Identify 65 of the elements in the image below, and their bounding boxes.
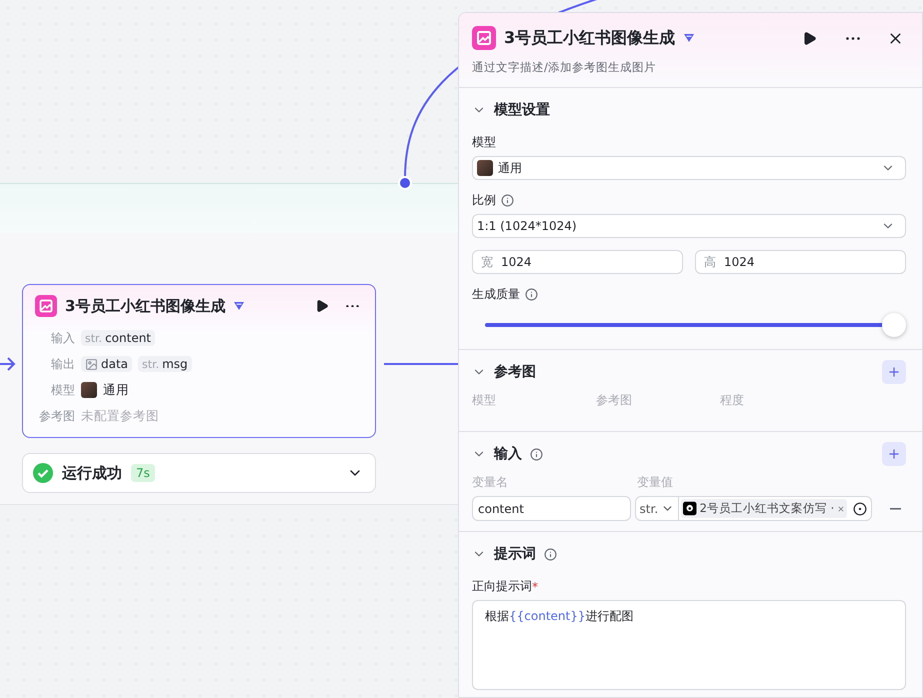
column-header: 变量名 xyxy=(472,474,509,491)
image-icon xyxy=(85,358,98,370)
plus-icon xyxy=(887,447,901,461)
height-field[interactable]: 高 1024 xyxy=(695,250,906,274)
variable-tag: data xyxy=(81,356,132,372)
column-header: 程度 xyxy=(720,392,745,409)
column-header: 变量值 xyxy=(637,474,674,491)
plus-icon xyxy=(887,365,901,379)
field-label: 模型 xyxy=(472,134,496,151)
info-icon xyxy=(501,194,514,207)
panel-title: 3号员工小红书图像生成 xyxy=(504,28,676,48)
play-icon xyxy=(315,299,329,313)
row-label: 参考图 xyxy=(38,408,75,424)
row-label: 输入 xyxy=(50,330,75,346)
diamond-icon xyxy=(683,33,696,43)
column-header: 参考图 xyxy=(596,392,633,409)
diamond-icon xyxy=(233,301,246,311)
variable-tag: str. content xyxy=(81,330,156,346)
type-select[interactable]: str. xyxy=(636,497,680,520)
image-node-icon xyxy=(472,26,496,50)
section-title: 输入 xyxy=(494,445,522,463)
variable-name-field[interactable]: content xyxy=(472,496,631,521)
photo-placeholder xyxy=(81,382,97,398)
model-select[interactable]: 通用 xyxy=(472,156,906,180)
field-label: 正向提示词 xyxy=(472,578,532,595)
info-icon xyxy=(525,288,538,301)
model-name: 通用 xyxy=(103,382,129,398)
info-icon xyxy=(544,548,557,560)
add-button[interactable] xyxy=(882,360,906,384)
port-dot[interactable] xyxy=(398,176,412,190)
slider-thumb[interactable] xyxy=(882,313,906,337)
width-field[interactable]: 宽 1024 xyxy=(472,250,683,274)
prompt-input[interactable]: 根据{{content}}进行配图 xyxy=(472,600,906,690)
connector-arrow xyxy=(0,357,16,371)
add-button[interactable] xyxy=(882,442,906,466)
workflow-node[interactable]: 3号员工小红书图像生成 输入 str. content 输出 data str. msg 模型 通用 参考图 未配置参考图 xyxy=(22,284,376,438)
required-mark: * xyxy=(532,580,538,594)
info-icon xyxy=(530,448,543,460)
minus-icon xyxy=(890,508,901,510)
field-label: 生成质量 xyxy=(472,286,520,303)
section-title: 模型设置 xyxy=(494,101,550,119)
variable-value-field[interactable]: str. 2号员工小红书文案仿写 · xyxy=(634,496,872,521)
field-label: 比例 xyxy=(472,192,496,209)
node-title: 3号员工小红书图像生成 xyxy=(65,296,226,316)
section-title: 提示词 xyxy=(494,545,536,563)
reference-tag[interactable]: 2号员工小红书文案仿写 · xyxy=(681,499,848,518)
duration-tag: 7s xyxy=(131,464,155,482)
more-icon xyxy=(846,36,860,40)
photo-placeholder xyxy=(477,160,493,176)
target-icon[interactable] xyxy=(853,502,868,516)
row-label: 输出 xyxy=(50,356,75,372)
row-label: 模型 xyxy=(50,382,75,398)
more-icon xyxy=(346,304,358,308)
variable-tag: str. msg xyxy=(138,356,192,372)
play-icon xyxy=(802,30,816,46)
run-status-bar[interactable]: 运行成功 7s xyxy=(22,453,376,493)
column-header: 模型 xyxy=(472,392,497,409)
status-text: 运行成功 xyxy=(62,464,122,482)
bot-avatar-icon xyxy=(683,500,697,517)
ratio-select[interactable]: 1:1 (1024*1024) xyxy=(472,214,906,238)
quality-slider[interactable] xyxy=(485,313,906,337)
empty-hint: 未配置参考图 xyxy=(81,408,159,424)
image-node-icon xyxy=(35,295,57,317)
panel-subtitle: 通过文字描述/添加参考图生成图片 xyxy=(472,60,657,75)
section-title: 参考图 xyxy=(494,363,536,381)
